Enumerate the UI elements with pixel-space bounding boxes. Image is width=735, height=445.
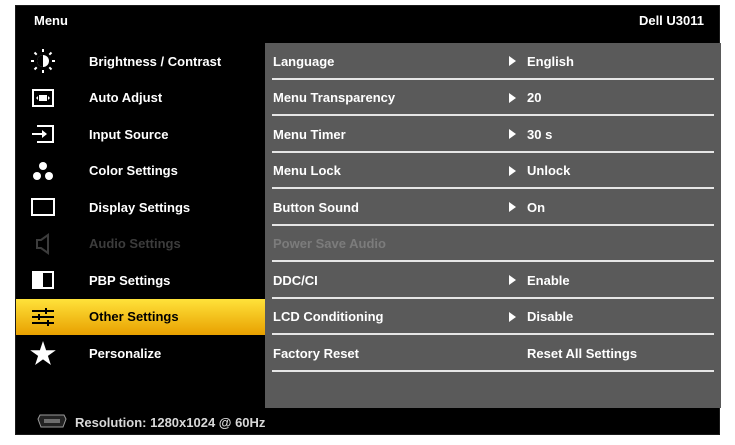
- setting-value: Disable: [527, 309, 574, 325]
- sidebar-item-label: Audio Settings: [89, 236, 181, 252]
- setting-row-lcd-conditioning[interactable]: LCD Conditioning Disable: [265, 299, 721, 336]
- arrow-right-icon: [509, 56, 516, 67]
- sidebar-item-label: Input Source: [89, 126, 169, 142]
- arrow-right-icon: [509, 165, 516, 176]
- setting-value: Unlock: [527, 163, 571, 179]
- setting-label: Factory Reset: [273, 345, 359, 361]
- setting-value: Enable: [527, 272, 570, 288]
- setting-row-language[interactable]: Language English: [265, 43, 721, 80]
- setting-row-power-save-audio[interactable]: Power Save Audio: [265, 226, 721, 263]
- sidebar-item-display-settings[interactable]: Display Settings: [16, 189, 265, 226]
- input-source-icon: [16, 116, 70, 153]
- sidebar-item-color-settings[interactable]: Color Settings: [16, 153, 265, 190]
- arrow-right-icon: [509, 311, 516, 322]
- setting-label: DDC/CI: [273, 272, 318, 288]
- setting-row-menu-transparency[interactable]: Menu Transparency 20: [265, 80, 721, 117]
- menu-title: Menu: [34, 13, 68, 28]
- setting-label: LCD Conditioning: [273, 309, 384, 325]
- setting-row-factory-reset[interactable]: Factory Reset Reset All Settings: [265, 335, 721, 372]
- settings-panel: Language English Menu Transparency 20 Me…: [265, 43, 721, 408]
- sidebar-item-label: Color Settings: [89, 163, 178, 179]
- star-icon: [16, 335, 70, 372]
- sidebar-item-label: Auto Adjust: [89, 90, 163, 106]
- sidebar-item-label: Personalize: [89, 345, 162, 361]
- brightness-icon: [16, 43, 70, 80]
- osd-menu: Menu Dell U3011 Brightness / Contrast Au…: [15, 5, 721, 436]
- setting-value: 30 s: [527, 126, 553, 142]
- setting-label: Menu Transparency: [273, 90, 396, 106]
- sidebar-item-label: Display Settings: [89, 199, 191, 215]
- setting-label: Menu Lock: [273, 163, 341, 179]
- setting-label: Menu Timer: [273, 126, 346, 142]
- sidebar-item-personalize[interactable]: Personalize: [16, 335, 265, 372]
- setting-value: On: [527, 199, 546, 215]
- sidebar: Brightness / Contrast Auto Adjust Input …: [16, 43, 265, 408]
- sidebar-item-auto-adjust[interactable]: Auto Adjust: [16, 80, 265, 117]
- hdmi-connector-icon: [37, 414, 67, 431]
- setting-value: Reset All Settings: [527, 345, 638, 361]
- setting-row-ddc-ci[interactable]: DDC/CI Enable: [265, 262, 721, 299]
- setting-row-menu-timer[interactable]: Menu Timer 30 s: [265, 116, 721, 153]
- sliders-icon: [16, 299, 70, 336]
- color-settings-icon: [16, 153, 70, 190]
- sidebar-item-input-source[interactable]: Input Source: [16, 116, 265, 153]
- arrow-right-icon: [509, 129, 516, 140]
- sidebar-item-label: Other Settings: [89, 309, 179, 325]
- setting-label: Button Sound: [273, 199, 359, 215]
- setting-value: 20: [527, 90, 542, 106]
- arrow-right-icon: [509, 202, 516, 213]
- display-settings-icon: [16, 189, 70, 226]
- pbp-icon: [16, 262, 70, 299]
- auto-adjust-icon: [16, 80, 70, 117]
- setting-row-button-sound[interactable]: Button Sound On: [265, 189, 721, 226]
- speaker-icon: [16, 226, 70, 263]
- arrow-right-icon: [509, 92, 516, 103]
- sidebar-item-brightness-contrast[interactable]: Brightness / Contrast: [16, 43, 265, 80]
- setting-value: English: [527, 53, 574, 69]
- setting-label: Language: [273, 53, 335, 69]
- model-name: Dell U3011: [638, 13, 704, 28]
- title-bar: Menu Dell U3011: [16, 6, 719, 35]
- sidebar-item-label: Brightness / Contrast: [89, 53, 222, 69]
- resolution-text: Resolution: 1280x1024 @ 60Hz: [75, 414, 266, 430]
- sidebar-item-other-settings[interactable]: Other Settings: [16, 298, 265, 336]
- arrow-right-icon: [509, 275, 516, 286]
- sidebar-item-label: PBP Settings: [89, 272, 171, 288]
- status-bar: Resolution: 1280x1024 @ 60Hz: [16, 408, 719, 436]
- sidebar-item-pbp-settings[interactable]: PBP Settings: [16, 262, 265, 299]
- sidebar-item-audio-settings[interactable]: Audio Settings: [16, 226, 265, 263]
- setting-row-menu-lock[interactable]: Menu Lock Unlock: [265, 153, 721, 190]
- setting-label: Power Save Audio: [273, 236, 386, 252]
